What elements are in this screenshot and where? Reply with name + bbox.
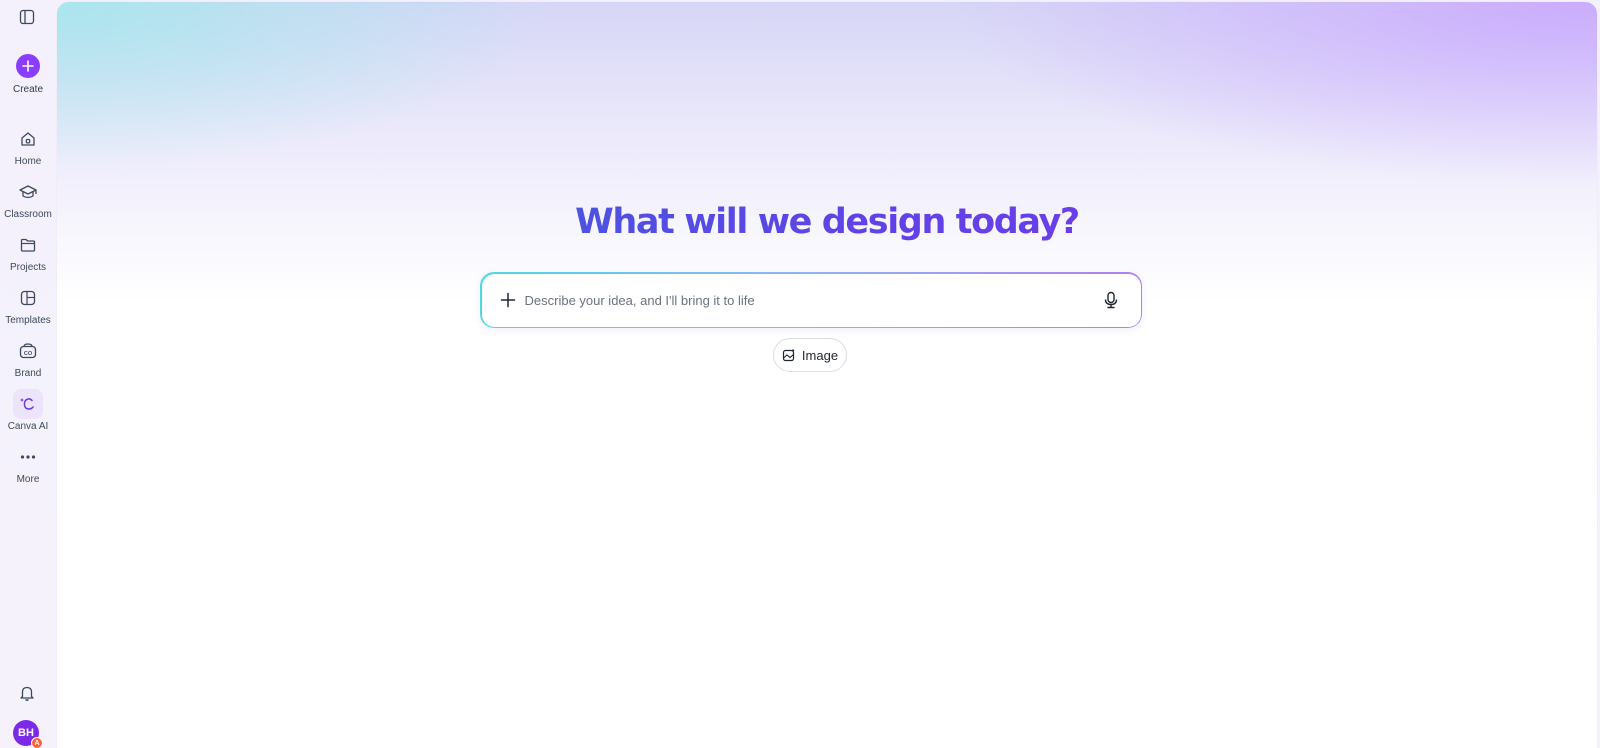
folder-icon — [13, 230, 43, 260]
graduation-cap-icon — [13, 177, 43, 207]
plus-icon — [500, 292, 515, 307]
microphone-button[interactable] — [1101, 290, 1121, 310]
image-chip-button[interactable]: Image — [773, 338, 847, 372]
plus-icon — [16, 54, 40, 78]
sidebar-item-label: Home — [14, 156, 42, 167]
page-title: What will we design today? — [57, 202, 1597, 242]
sidebar-item-label: Templates — [5, 315, 51, 326]
create-label: Create — [12, 84, 43, 95]
sidebar-item-label: Classroom — [4, 209, 52, 220]
prompt-input[interactable] — [524, 287, 1085, 314]
sidebar-item-projects[interactable]: Projects — [0, 230, 56, 273]
create-button[interactable]: Create — [0, 54, 56, 95]
bell-icon — [20, 686, 34, 701]
sidebar-item-label: More — [16, 474, 40, 485]
sidebar-toggle-button[interactable] — [18, 8, 36, 26]
microphone-icon — [1104, 291, 1117, 308]
notifications-button[interactable] — [14, 680, 40, 706]
sidebar: Create Home Classroom Projects Templates… — [0, 0, 56, 748]
sidebar-item-label: Brand — [14, 368, 42, 379]
sidebar-item-label: Projects — [9, 262, 47, 273]
image-chip-label: Image — [801, 347, 839, 363]
templates-icon — [13, 283, 43, 313]
avatar-initials: BH — [18, 727, 34, 739]
prompt-box — [480, 272, 1142, 328]
avatar[interactable]: BH A — [13, 720, 43, 748]
hero-gradient — [57, 2, 1597, 302]
main-content: What will we design today? Describe your… — [57, 2, 1597, 748]
avatar-badge: A — [31, 737, 43, 748]
image-sparkle-icon — [782, 348, 795, 362]
home-icon — [13, 124, 43, 154]
sidebar-item-brand[interactable]: CO Brand — [0, 336, 56, 379]
sidebar-item-more[interactable]: More — [0, 442, 56, 485]
sidebar-item-canva-ai[interactable]: Canva AI — [0, 389, 56, 432]
sidebar-item-classroom[interactable]: Classroom — [0, 177, 56, 220]
sidebar-panel-icon — [19, 9, 35, 25]
sidebar-item-label: Canva AI — [7, 421, 49, 432]
more-dots-icon — [13, 442, 43, 472]
sidebar-item-templates[interactable]: Templates — [0, 283, 56, 326]
add-attachment-button[interactable] — [498, 290, 518, 310]
sidebar-item-home[interactable]: Home — [0, 124, 56, 167]
svg-text:CO: CO — [24, 351, 33, 357]
prompt-inner — [481, 273, 1141, 327]
canva-ai-icon — [13, 389, 43, 419]
brand-icon: CO — [13, 336, 43, 366]
